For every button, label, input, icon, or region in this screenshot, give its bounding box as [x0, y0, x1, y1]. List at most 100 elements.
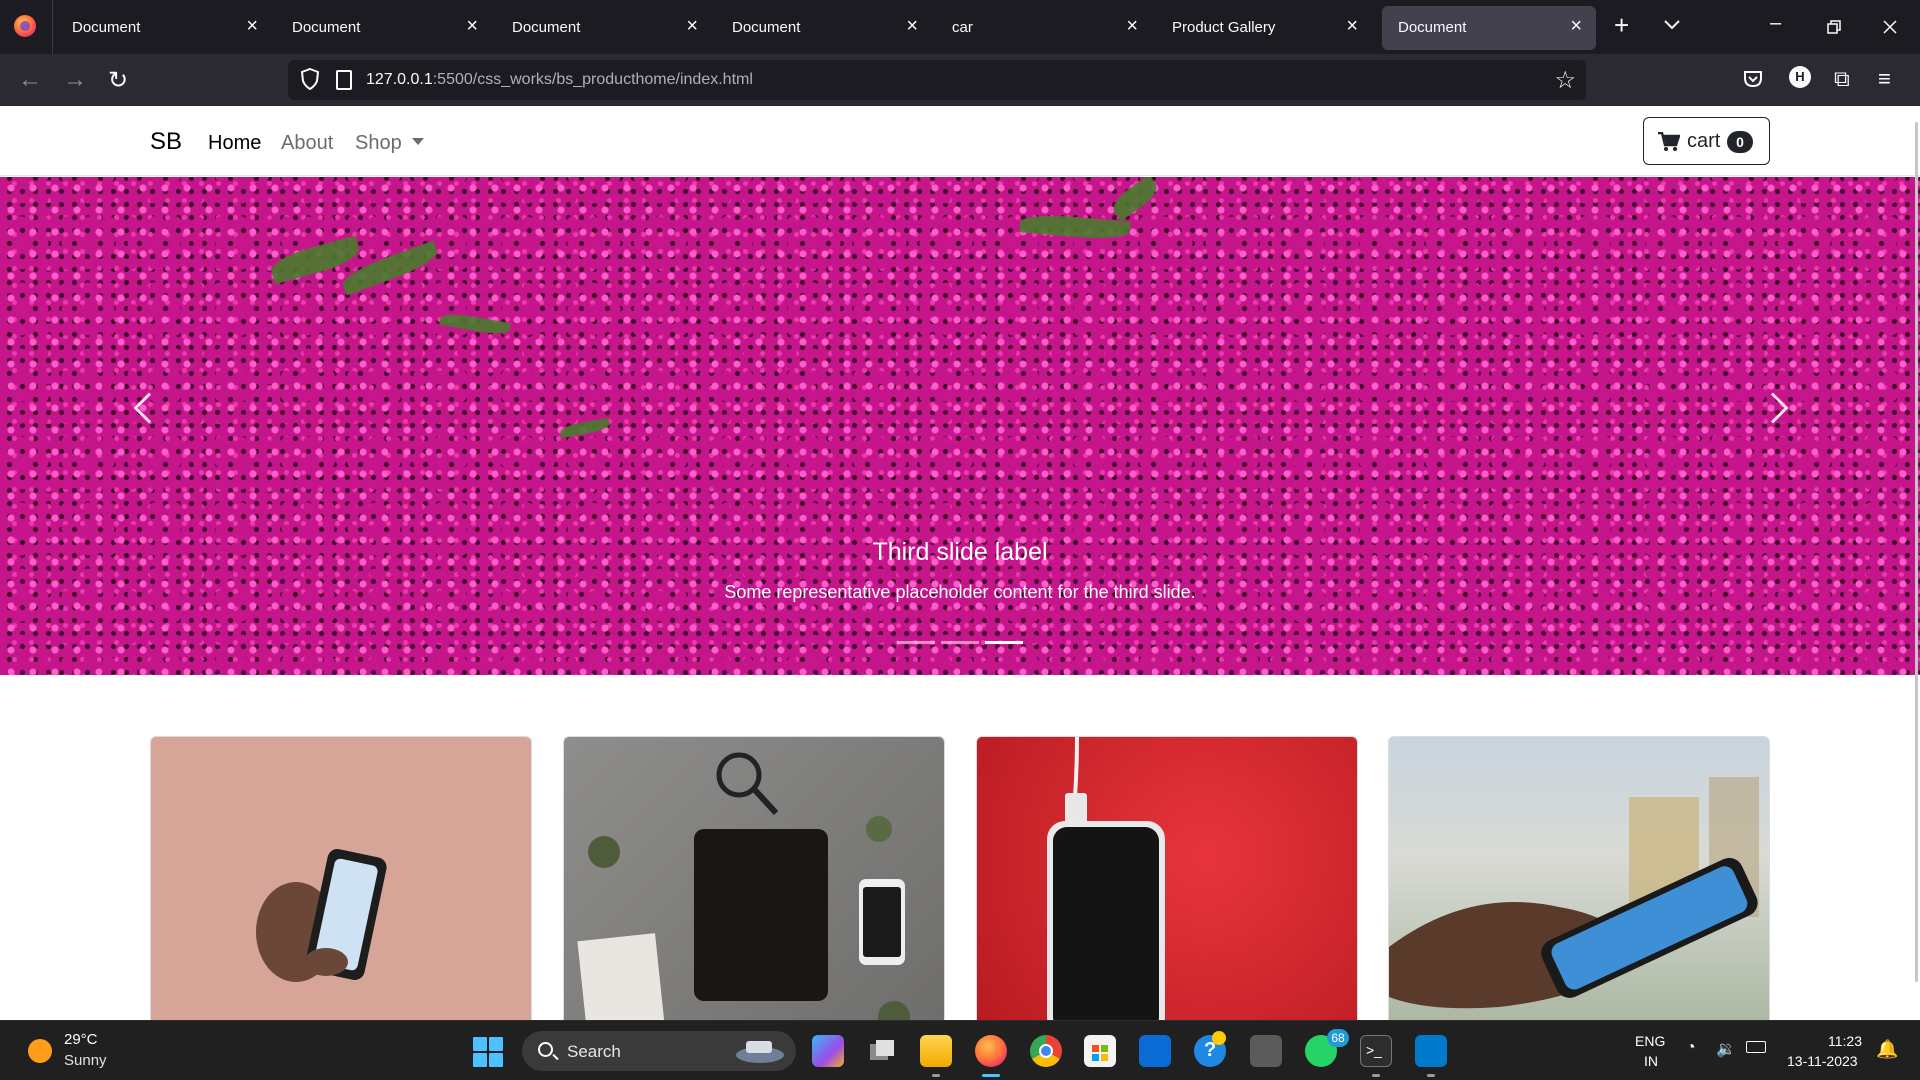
extensions-puzzle-icon[interactable]: ⧉	[1834, 66, 1850, 92]
vscode-icon[interactable]	[1415, 1035, 1447, 1067]
profile-avatar[interactable]: H	[1789, 66, 1811, 88]
cart-button[interactable]: cart 0	[1643, 117, 1770, 165]
sun-weather-icon[interactable]	[28, 1039, 52, 1063]
nav-home-link[interactable]: Home	[208, 132, 261, 155]
language-indicator-primary[interactable]: ENG	[1635, 1033, 1665, 1049]
myhp-app-icon[interactable]	[1139, 1035, 1171, 1067]
list-all-tabs-chevron-icon[interactable]	[1664, 20, 1680, 30]
new-tab-plus-icon[interactable]: +	[1614, 10, 1629, 41]
close-icon[interactable]: ×	[686, 15, 698, 38]
window-close-icon[interactable]	[1883, 20, 1897, 34]
carousel-prev-control[interactable]	[133, 392, 165, 424]
weather-condition[interactable]: Sunny	[64, 1052, 107, 1069]
product-image	[1389, 737, 1769, 1020]
nav-about-link[interactable]: About	[281, 132, 333, 155]
restore-icon[interactable]	[1827, 20, 1841, 34]
product-card[interactable]	[976, 736, 1358, 1020]
notification-bell-icon[interactable]: 🔔	[1876, 1039, 1898, 1060]
tracking-shield-icon[interactable]	[300, 68, 320, 90]
clock-time[interactable]: 11:23	[1828, 1033, 1862, 1049]
task-view-icon[interactable]	[866, 1035, 898, 1067]
carousel-caption-title: Third slide label	[872, 538, 1048, 566]
browser-tab-active[interactable]: Document ×	[1382, 6, 1596, 50]
site-brand[interactable]: SB	[150, 128, 182, 156]
browser-tab[interactable]: Document ×	[496, 6, 712, 50]
tab-title: car	[952, 19, 973, 36]
tab-title: Document	[1398, 19, 1467, 36]
firefox-logo-icon[interactable]	[14, 15, 36, 37]
close-icon[interactable]: ×	[466, 15, 478, 38]
clock-date[interactable]: 13-11-2023	[1787, 1053, 1858, 1069]
carousel-indicator-2[interactable]	[941, 641, 979, 644]
running-indicator	[932, 1074, 940, 1077]
wifi-icon[interactable]: ◔	[1686, 1039, 1696, 1057]
reload-icon[interactable]: ↻	[108, 66, 128, 95]
forward-arrow-icon[interactable]: →	[63, 66, 87, 94]
close-icon[interactable]: ×	[1570, 15, 1582, 38]
close-icon[interactable]: ×	[246, 15, 258, 38]
help-app-icon[interactable]: ?	[1194, 1031, 1226, 1067]
windows-start-icon[interactable]	[473, 1037, 503, 1067]
tab-divider	[52, 0, 53, 54]
search-highlight-illustration-icon	[736, 1041, 784, 1063]
product-card[interactable]	[150, 736, 532, 1020]
weather-temperature[interactable]: 29°C	[64, 1031, 98, 1048]
copilot-app-icon[interactable]	[812, 1035, 844, 1067]
firefox-taskbar-icon[interactable]	[975, 1035, 1007, 1067]
page-info-icon[interactable]	[336, 70, 352, 90]
hand-with-phone-photo	[1389, 777, 1759, 1009]
terminal-icon[interactable]: >_	[1360, 1035, 1392, 1067]
bookmark-star-icon[interactable]: ☆	[1554, 66, 1576, 95]
volume-icon[interactable]: 🔉	[1716, 1039, 1736, 1059]
search-icon	[538, 1042, 553, 1057]
phone-on-red-illustration	[1047, 737, 1165, 1020]
browser-tab[interactable]: Document ×	[716, 6, 932, 50]
tab-title: Document	[512, 19, 581, 36]
running-indicator	[1427, 1074, 1435, 1077]
menu-hamburger-icon[interactable]: ≡	[1878, 66, 1891, 92]
hero-carousel: Third slide label Some representative pl…	[0, 177, 1920, 675]
running-indicator	[1372, 1074, 1380, 1077]
browser-tab-bar: Document × Document × Document × Documen…	[0, 0, 1920, 54]
chrome-taskbar-icon[interactable]	[1030, 1035, 1062, 1067]
browser-tab[interactable]: Product Gallery ×	[1156, 6, 1372, 50]
pocket-icon[interactable]	[1743, 70, 1763, 88]
nav-shop-dropdown[interactable]: Shop	[355, 132, 424, 155]
close-icon[interactable]: ×	[1126, 15, 1138, 38]
carousel-next-control[interactable]	[1757, 392, 1789, 424]
file-explorer-icon[interactable]	[920, 1035, 952, 1067]
whatsapp-notification-badge: 68	[1327, 1029, 1349, 1047]
microsoft-store-icon[interactable]	[1084, 1035, 1116, 1067]
product-card[interactable]	[563, 736, 945, 1020]
url-text[interactable]: 127.0.0.1:5500/css_works/bs_producthome/…	[366, 71, 753, 89]
browser-tab[interactable]: car ×	[936, 6, 1152, 50]
hand-holding-phone-illustration	[256, 848, 387, 982]
browser-tab[interactable]: Document ×	[276, 6, 492, 50]
battery-icon[interactable]	[1746, 1041, 1766, 1053]
browser-toolbar: ← → ↻ 127.0.0.1:5500/css_works/bs_produc…	[0, 54, 1920, 106]
calculator-icon[interactable]	[1250, 1035, 1282, 1067]
page-scrollbar[interactable]	[1915, 122, 1918, 982]
language-indicator-secondary[interactable]: IN	[1644, 1053, 1658, 1069]
carousel-image-leaf	[559, 417, 611, 439]
carousel-indicator-1[interactable]	[897, 641, 935, 644]
carousel-image-leaf	[439, 311, 511, 337]
search-placeholder: Search	[567, 1042, 621, 1061]
close-icon[interactable]: ×	[1346, 15, 1358, 38]
shopping-cart-icon	[1658, 132, 1680, 151]
product-image	[977, 737, 1357, 1020]
url-path: :5500/css_works/bs_producthome/index.htm…	[432, 71, 753, 88]
tablet-desk-illustration	[577, 752, 910, 1020]
tab-title: Document	[732, 19, 801, 36]
back-arrow-icon[interactable]: ←	[18, 66, 42, 94]
close-icon[interactable]: ×	[906, 15, 918, 38]
browser-tab[interactable]: Document ×	[56, 6, 272, 50]
taskbar-search[interactable]: Search	[522, 1031, 796, 1071]
product-image	[564, 737, 944, 1020]
product-card[interactable]	[1388, 736, 1770, 1020]
windows-taskbar: 29°C Sunny Search ? 68 >_ ENG IN ◔ 🔉 11:…	[0, 1020, 1920, 1080]
web-page: SB Home About Shop cart 0 Third slide la…	[0, 106, 1920, 1020]
url-bar[interactable]: 127.0.0.1:5500/css_works/bs_producthome/…	[288, 60, 1586, 100]
carousel-indicator-3[interactable]	[985, 641, 1023, 644]
minimize-icon[interactable]: –	[1770, 12, 1781, 35]
